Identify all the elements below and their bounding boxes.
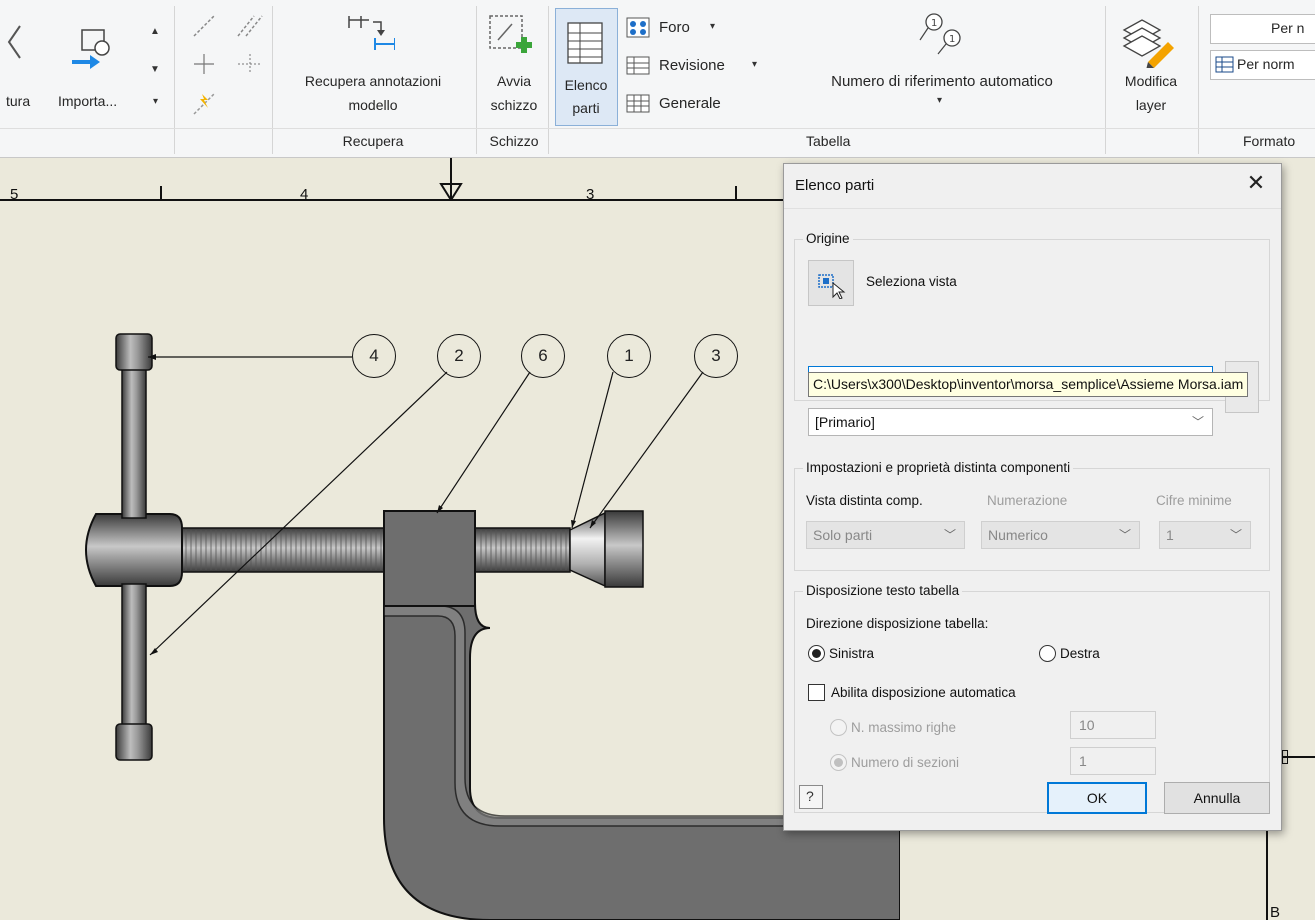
auto-balloon-label[interactable]: Numero di riferimento automatico (831, 73, 1053, 90)
revision-dropdown-icon[interactable]: ▾ (752, 59, 757, 70)
modify-layer-icon[interactable] (1120, 16, 1176, 71)
line-tool-icon[interactable] (192, 14, 216, 41)
close-icon[interactable]: ✕ (1245, 172, 1267, 194)
balloon-2[interactable]: 2 (437, 334, 481, 378)
balloon-1[interactable]: 1 (607, 334, 651, 378)
sketch-button-line1[interactable]: Avvia (497, 73, 531, 89)
scroll-left-icon[interactable] (4, 22, 24, 65)
auto-wrap-checkbox[interactable] (808, 684, 825, 701)
format-style-combo[interactable]: Per n (1210, 14, 1315, 44)
parts-list-line2: parti (572, 100, 600, 116)
center-pattern-icon[interactable] (236, 52, 264, 79)
retrieve-button-line2[interactable]: modello (348, 97, 397, 113)
parts-list-icon (565, 20, 607, 69)
max-rows-radio[interactable] (830, 719, 847, 736)
general-table-icon[interactable] (626, 93, 652, 118)
source-group-label: Origine (803, 231, 853, 246)
retrieve-group-label: Recupera (342, 133, 404, 149)
partial-label: tura (6, 93, 31, 109)
balloon-6[interactable]: 6 (521, 334, 565, 378)
general-table-label[interactable]: Generale (659, 95, 721, 112)
import-icon[interactable] (68, 26, 124, 79)
table-style-icon (1215, 56, 1235, 77)
select-view-icon (817, 273, 847, 302)
retrieve-button-line1[interactable]: Recupera annotazioni (305, 73, 441, 89)
retrieve-annotations-icon[interactable] (345, 14, 396, 61)
sections-input[interactable]: 1 (1070, 747, 1156, 775)
min-digits-label: Cifre minime (1156, 493, 1232, 508)
bom-settings-label: Impostazioni e proprietà distinta compon… (803, 460, 1074, 475)
sheet-border-right (1266, 828, 1268, 920)
vise-drawing (84, 333, 900, 920)
numbering-combo[interactable]: Numerico ﹀ (981, 521, 1140, 549)
dialog-body: Origine Seleziona vista [Primario] ﹀ Imp… (784, 208, 1281, 813)
modify-layer-line2[interactable]: layer (1136, 97, 1166, 113)
import-button-label[interactable]: Importa... (58, 93, 117, 109)
svg-text:1: 1 (949, 34, 955, 45)
bom-settings-group: Impostazioni e proprietà distinta compon… (794, 460, 1270, 571)
revision-table-label[interactable]: Revisione (659, 57, 725, 74)
parallel-lines-icon[interactable] (236, 14, 264, 41)
zone-letter-b: B (1270, 904, 1281, 920)
hole-table-label[interactable]: Foro (659, 19, 690, 36)
right-radio-label[interactable]: Destra (1060, 646, 1100, 661)
hole-dropdown-icon[interactable]: ▾ (710, 21, 715, 32)
import-dropdown-icon[interactable]: ▾ (153, 96, 158, 107)
right-radio[interactable] (1039, 645, 1056, 662)
format-layer-combo[interactable]: Per norm (1210, 50, 1315, 80)
wrap-direction-label: Direzione disposizione tabella: (806, 616, 989, 631)
dialog-title: Elenco parti (795, 177, 875, 194)
help-button[interactable]: ? (799, 785, 823, 809)
chevron-down-icon: ﹀ (1191, 415, 1204, 429)
sections-label: Numero di sezioni (851, 755, 960, 770)
sketch-button-line2[interactable]: schizzo (491, 97, 538, 113)
max-rows-input[interactable]: 10 (1070, 711, 1156, 739)
auto-balloon-icon[interactable]: 1 1 (916, 10, 972, 63)
parts-list-line1: Elenco (564, 77, 608, 93)
center-mark-icon[interactable] (192, 52, 216, 79)
select-view-label: Seleziona vista (866, 274, 957, 289)
file-path-tooltip: C:\Users\x300\Desktop\inventor\morsa_sem… (808, 372, 1249, 397)
help-icon: ? (806, 788, 814, 804)
balloon-4[interactable]: 4 (352, 334, 396, 378)
modify-layer-line1[interactable]: Modifica (1125, 73, 1177, 89)
select-view-button[interactable] (808, 260, 854, 306)
bom-view-label: Vista distinta comp. (806, 493, 923, 508)
scroll-down-icon[interactable]: ▼ (150, 64, 160, 75)
left-radio-label[interactable]: Sinistra (829, 646, 874, 661)
parts-list-dialog: Elenco parti ✕ Origine Seleziona vista [… (783, 163, 1282, 831)
auto-balloon-dropdown-icon[interactable]: ▾ (937, 95, 942, 106)
table-wrap-label: Disposizione testo tabella (803, 583, 963, 598)
auto-wrap-label[interactable]: Abilita disposizione automatica (831, 685, 1016, 700)
format-group-label: Formato (1243, 133, 1296, 149)
bom-view-combo[interactable]: Solo parti ﹀ (806, 521, 965, 549)
auto-centerline-icon[interactable] (192, 90, 218, 119)
min-digits-combo[interactable]: 1 ﹀ (1159, 521, 1251, 549)
bom-view-select[interactable]: [Primario] ﹀ (808, 408, 1213, 436)
revision-table-icon[interactable] (626, 55, 652, 80)
ribbon: tura Importa... ▾ ▲ ▼ Recupera annotazio… (0, 0, 1315, 158)
balloon-3[interactable]: 3 (694, 334, 738, 378)
svg-text:1: 1 (931, 18, 937, 29)
sketch-group-label: Schizzo (489, 133, 539, 149)
sheet-tick-right-marker (1282, 750, 1288, 764)
sections-radio[interactable] (830, 754, 847, 771)
left-radio[interactable] (808, 645, 825, 662)
max-rows-label: N. massimo righe (851, 720, 957, 735)
ok-button[interactable]: OK (1047, 782, 1147, 814)
numbering-label: Numerazione (987, 493, 1068, 508)
table-group-label: Tabella (806, 133, 851, 149)
hole-table-icon[interactable] (626, 17, 652, 42)
start-sketch-icon[interactable] (486, 12, 538, 67)
scroll-up-icon[interactable]: ▲ (150, 26, 160, 37)
cancel-button[interactable]: Annulla (1164, 782, 1270, 814)
